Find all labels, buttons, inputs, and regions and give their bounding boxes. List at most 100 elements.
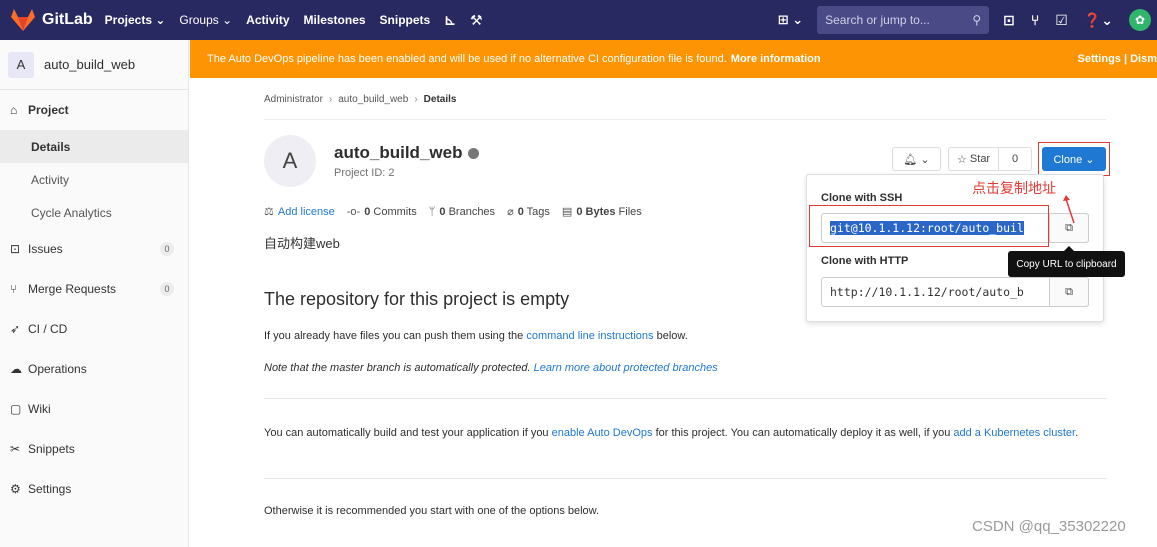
protected-branches-link[interactable]: Learn more about protected branches	[534, 362, 718, 374]
files-stat[interactable]: ▤ 0 Bytes Files	[562, 205, 642, 218]
sidebar-item-cicd[interactable]: ➶ CI / CD	[0, 309, 188, 349]
clone-ssh-label: Clone with SSH	[821, 192, 903, 204]
banner-more-link[interactable]: More information	[731, 53, 821, 65]
http-url-field[interactable]: http://10.1.1.12/root/auto_b	[821, 277, 1049, 307]
sidebar-item-label: Snippets	[28, 442, 75, 456]
sidebar-item-operations[interactable]: ☁ Operations	[0, 349, 188, 389]
tag-icon: ⌀	[507, 206, 514, 218]
nav-groups[interactable]: Groups ⌄	[179, 13, 232, 27]
arrow-annotation-icon	[1063, 195, 1075, 224]
watermark: CSDN @qq_35302220	[972, 518, 1126, 535]
nav-projects[interactable]: Projects ⌄	[105, 13, 166, 27]
nav-activity[interactable]: Activity	[246, 13, 289, 27]
sidebar-subitem-activity[interactable]: Activity	[0, 163, 188, 196]
top-navbar: GitLab Projects ⌄ Groups ⌄ Activity Mile…	[0, 0, 1157, 40]
star-count: 0	[1011, 153, 1019, 165]
search-icon: ⚲	[972, 13, 982, 27]
globe-icon	[468, 147, 480, 159]
sidebar-item-project[interactable]: ⌂ Project	[0, 90, 188, 130]
license-icon: ⚖	[264, 206, 274, 218]
branch-icon: ᛘ	[428, 205, 436, 218]
sidebar-item-label: Issues	[28, 242, 63, 256]
gitlab-logo[interactable]: GitLab	[10, 8, 105, 32]
help-icon[interactable]: ❓⌄	[1084, 12, 1113, 29]
copy-tooltip: Copy URL to clipboard	[1008, 246, 1125, 277]
star-icon: ☆	[957, 153, 970, 166]
project-avatar: A	[264, 135, 316, 187]
empty-paragraph-3: You can automatically build and test you…	[264, 427, 1079, 439]
project-description: 自动构建web	[264, 236, 340, 251]
wrench-icon[interactable]: ⚒	[470, 12, 483, 29]
sidebar-project-header[interactable]: A auto_build_web	[0, 40, 188, 90]
tanuki-icon	[11, 9, 35, 31]
breadcrumb-current[interactable]: Details	[424, 94, 457, 105]
divider	[264, 478, 1106, 479]
project-avatar-small: A	[8, 51, 34, 78]
star-button[interactable]: ☆ Star 0	[948, 147, 1032, 171]
search-placeholder: Search or jump to...	[825, 13, 930, 27]
clipboard-icon: ⧉	[1065, 285, 1073, 298]
empty-repo-title: The repository for this project is empty	[264, 289, 570, 309]
nav-milestones[interactable]: Milestones	[304, 13, 366, 27]
new-dropdown-icon[interactable]: ⊞ ⌄	[778, 12, 803, 28]
scissors-icon: ✂	[10, 442, 21, 456]
breadcrumb: Administrator › auto_build_web › Details	[264, 94, 456, 105]
breadcrumb-project[interactable]: auto_build_web	[338, 94, 408, 105]
sidebar-item-label: Project	[28, 103, 69, 117]
sidebar-item-label: CI / CD	[28, 322, 68, 336]
sidebar-item-label: Wiki	[28, 402, 51, 416]
commits-stat[interactable]: -o- 0 Commits	[347, 206, 417, 218]
add-license-link[interactable]: ⚖ Add license	[264, 205, 335, 218]
merge-request-icon[interactable]: ⑂	[1031, 12, 1039, 28]
branches-stat[interactable]: ᛘ0 Branches	[429, 206, 495, 218]
annotation-text: 点击复制地址	[972, 180, 1056, 196]
sidebar-item-issues[interactable]: ⊡ Issues 0	[0, 229, 188, 269]
sidebar-subitem-details[interactable]: Details	[0, 130, 188, 163]
home-icon: ⌂	[10, 103, 18, 117]
command-line-link[interactable]: command line instructions	[526, 330, 653, 342]
banner-settings-dismiss[interactable]: Settings | Dism	[1078, 53, 1157, 65]
sidebar-subitem-cycle-analytics[interactable]: Cycle Analytics	[0, 196, 188, 229]
chart-icon[interactable]: ⊾	[444, 12, 456, 29]
divider	[264, 119, 1106, 120]
sidebar-item-snippets[interactable]: ✂ Snippets	[0, 429, 188, 469]
mr-count-badge: 0	[160, 282, 174, 296]
sidebar-item-settings[interactable]: ⚙ Settings	[0, 469, 188, 509]
sidebar: A auto_build_web ⌂ Project Details Activ…	[0, 40, 189, 547]
copy-http-button[interactable]: ⧉	[1049, 277, 1089, 307]
sidebar-item-label: Settings	[28, 482, 72, 496]
project-stats: ⚖ Add license -o- 0 Commits ᛘ0 Branches ⌀ 0…	[264, 205, 654, 219]
project-title-text: auto_build_web	[334, 143, 463, 162]
user-avatar[interactable]: ✿	[1129, 9, 1151, 31]
sidebar-item-label: Merge Requests	[28, 282, 117, 296]
breadcrumb-admin[interactable]: Administrator	[264, 94, 323, 105]
highlight-box	[809, 205, 1049, 247]
enable-auto-devops-link[interactable]: enable Auto DevOps	[552, 427, 653, 439]
issues-icon[interactable]: ⊡	[1003, 12, 1015, 29]
bell-icon: 🔔︎ ⌄	[903, 153, 930, 166]
tags-stat[interactable]: ⌀ 0 Tags	[507, 205, 550, 218]
brand-name: GitLab	[42, 11, 93, 28]
project-title: auto_build_web	[334, 143, 480, 163]
notification-dropdown[interactable]: 🔔︎ ⌄	[892, 147, 941, 171]
highlight-box	[1038, 142, 1110, 176]
search-input[interactable]: Search or jump to... ⚲	[817, 6, 990, 34]
nav-snippets[interactable]: Snippets	[380, 13, 431, 27]
empty-paragraph-4: Otherwise it is recommended you start wi…	[264, 505, 600, 517]
sidebar-item-merge-requests[interactable]: ⑂ Merge Requests 0	[0, 269, 188, 309]
todo-icon[interactable]: ☑	[1055, 12, 1068, 29]
chevron-right-icon: ›	[328, 94, 333, 105]
empty-paragraph-1: If you already have files you can push t…	[264, 330, 688, 342]
sidebar-item-wiki[interactable]: ▢ Wiki	[0, 389, 188, 429]
rocket-icon: ➶	[10, 322, 21, 336]
sidebar-item-label: Operations	[28, 362, 87, 376]
empty-paragraph-2: Note that the master branch is automatic…	[264, 362, 718, 374]
file-icon: ▤	[561, 206, 573, 218]
http-url-text: http://10.1.1.12/root/auto_b	[830, 285, 1024, 299]
add-kubernetes-link[interactable]: add a Kubernetes cluster	[953, 427, 1075, 439]
sidebar-project-name: auto_build_web	[44, 57, 136, 72]
banner-text: The Auto DevOps pipeline has been enable…	[207, 53, 727, 65]
auto-devops-banner: The Auto DevOps pipeline has been enable…	[190, 40, 1157, 78]
merge-request-icon: ⑂	[10, 282, 18, 296]
chevron-right-icon: ›	[414, 94, 418, 105]
